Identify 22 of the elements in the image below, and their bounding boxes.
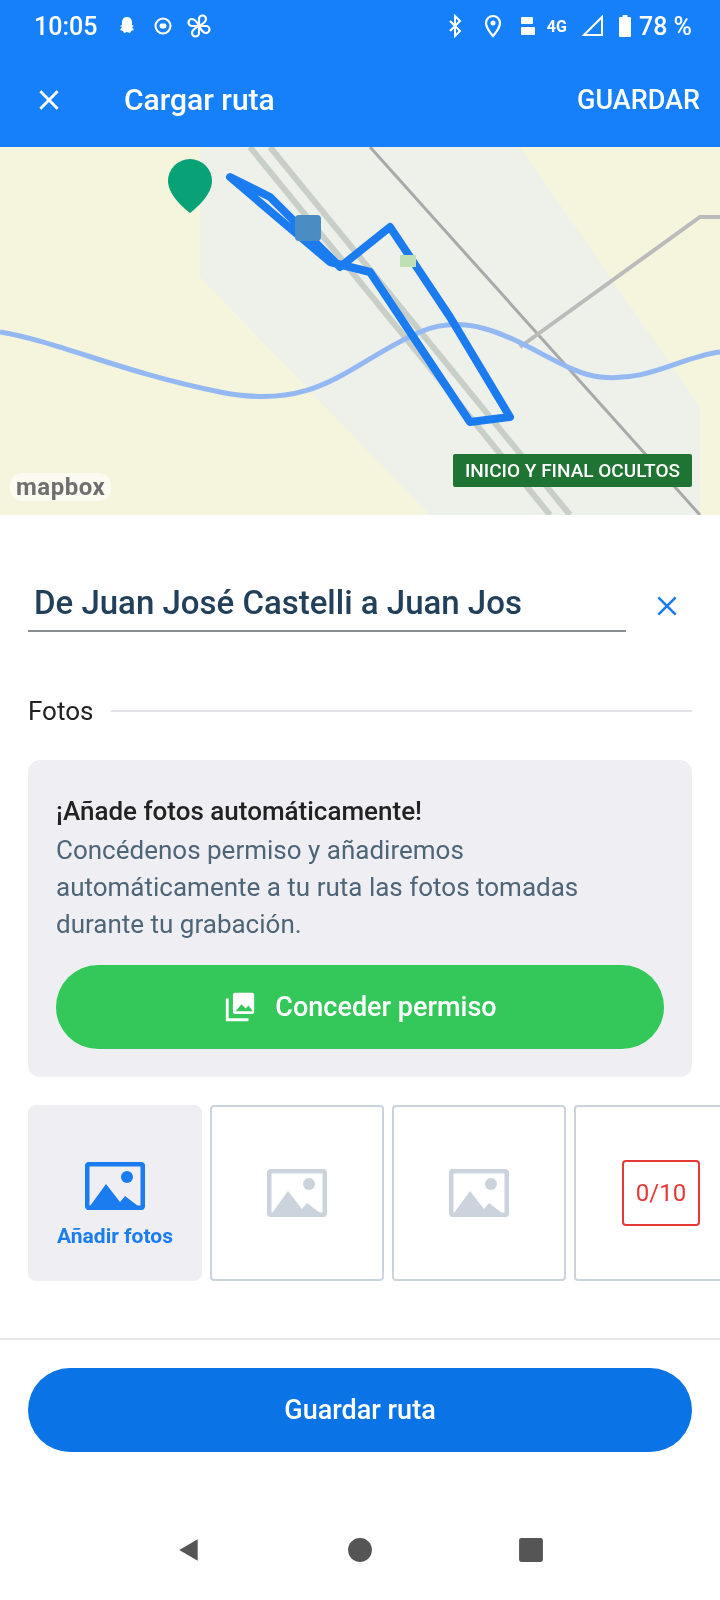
recents-icon[interactable] bbox=[518, 1537, 544, 1563]
card-text: Concédenos permiso y añadiremos automáticamente a tu ruta las fotos tomadas durante tu grabación. bbox=[56, 834, 580, 941]
battery-level: 78 % bbox=[638, 11, 692, 41]
image-icon bbox=[449, 1169, 509, 1217]
battery-icon bbox=[618, 15, 631, 37]
status-time: 10:05 bbox=[34, 11, 98, 41]
record-icon bbox=[153, 16, 174, 36]
screen-title: Cargar ruta bbox=[124, 82, 276, 117]
home-icon[interactable] bbox=[347, 1537, 373, 1563]
mapbox-attribution[interactable]: mapbox bbox=[10, 473, 112, 501]
image-icon bbox=[85, 1161, 145, 1210]
network-type: 4G bbox=[546, 16, 567, 36]
pinwheel-icon bbox=[187, 14, 212, 38]
image-icon bbox=[267, 1169, 327, 1217]
save-action[interactable]: GUARDAR bbox=[577, 75, 700, 124]
signal-icon bbox=[580, 14, 605, 38]
save-route-button[interactable]: Guardar ruta bbox=[28, 1368, 692, 1452]
section-heading: Fotos bbox=[28, 696, 94, 726]
hidden-endpoints-badge: INICIO Y FINAL OCULTOS bbox=[452, 454, 692, 487]
photo-counter: 0/10 bbox=[621, 1160, 701, 1226]
add-photos-button[interactable]: Añadir fotos bbox=[28, 1105, 202, 1281]
card-title: ¡Añade fotos automáticamente! bbox=[56, 796, 423, 826]
